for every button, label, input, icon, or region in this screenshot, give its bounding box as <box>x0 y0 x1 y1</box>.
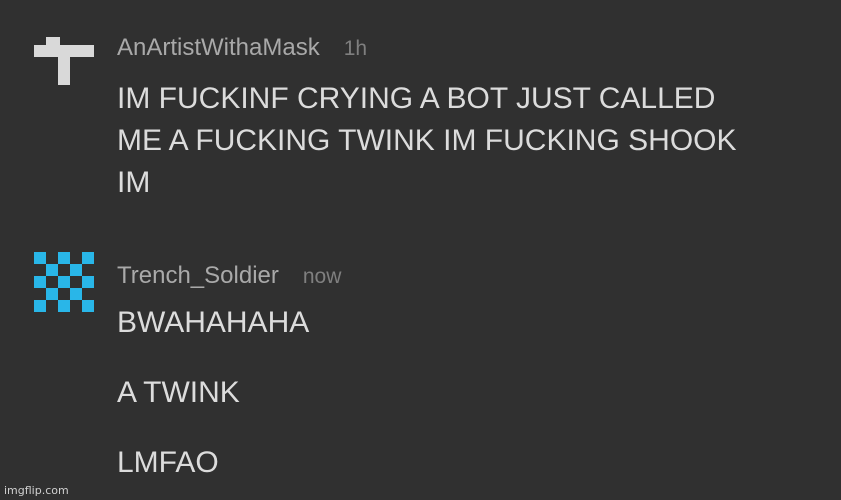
username[interactable]: AnArtistWithaMask <box>117 34 320 62</box>
comment-line: IM <box>117 166 151 199</box>
username[interactable]: Trench_Soldier <box>117 262 279 290</box>
comment-line: ME A FUCKING TWINK IM FUCKING SHOOK <box>117 124 737 157</box>
user-avatar[interactable] <box>34 37 94 87</box>
user-avatar[interactable] <box>34 252 94 312</box>
comment-meta: Trench_Soldier now <box>117 262 341 290</box>
comment-body: BWAHAHAHA A TWINK LMFAO <box>117 302 309 484</box>
watermark: imgflip.com <box>4 484 69 497</box>
comment-line: BWAHAHAHA <box>117 306 310 339</box>
timestamp: now <box>302 265 342 288</box>
timestamp: 1h <box>343 37 368 60</box>
comment-line: A TWINK <box>117 376 240 409</box>
comment-meta: AnArtistWithaMask 1h <box>117 34 367 62</box>
pixel-t-avatar-icon <box>34 37 94 85</box>
comment-line: IM FUCKINF CRYING A BOT JUST CALLED <box>117 82 716 115</box>
comment-body: IM FUCKINF CRYING A BOT JUST CALLED ME A… <box>117 78 737 204</box>
pixel-checker-avatar-icon <box>34 252 94 312</box>
comment-line: LMFAO <box>117 446 219 479</box>
